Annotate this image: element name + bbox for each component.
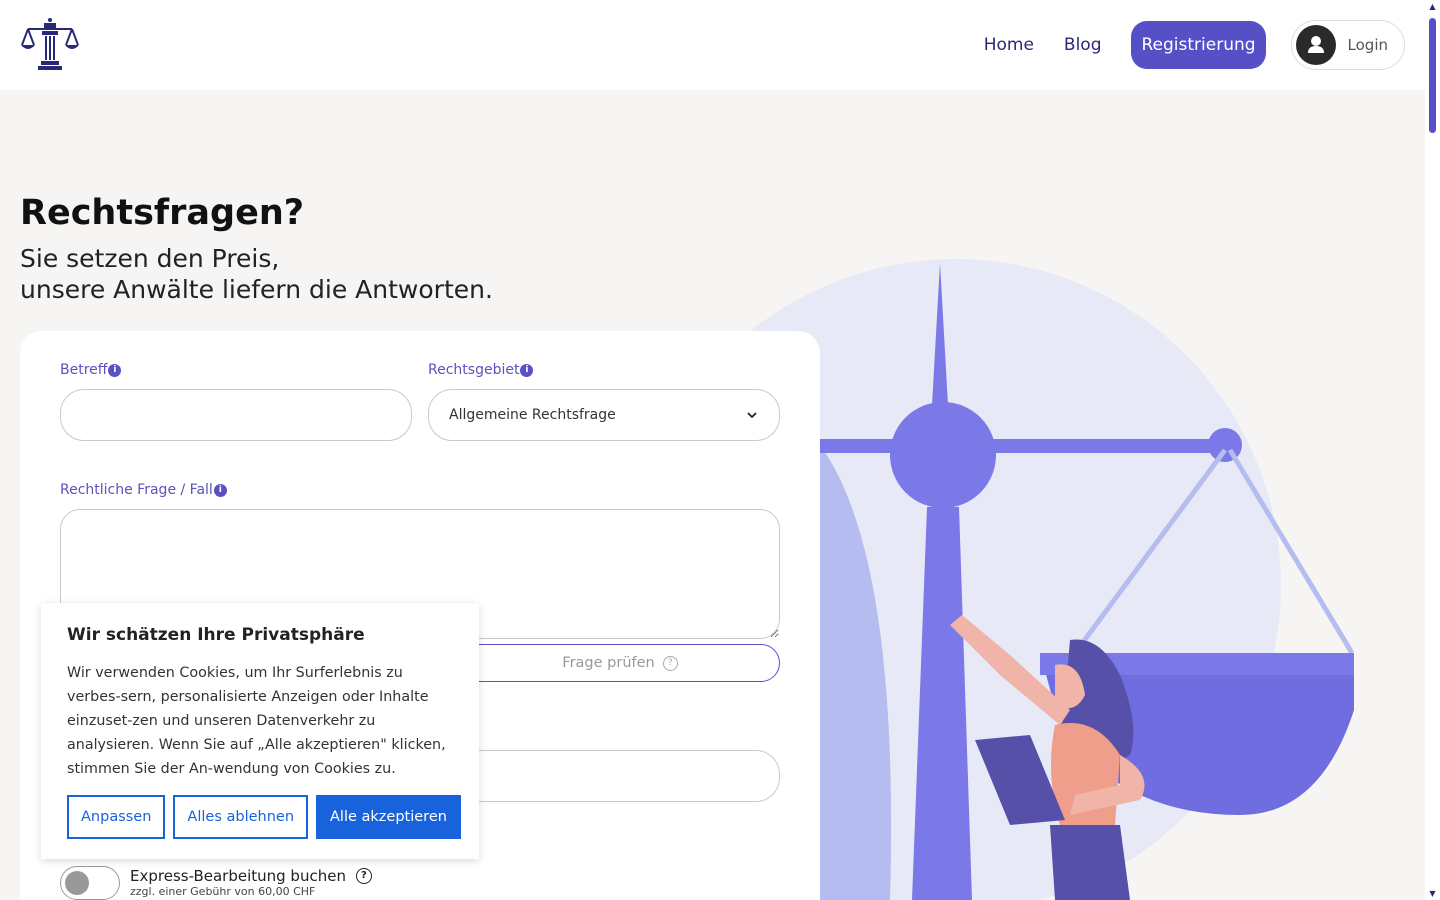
help-icon[interactable]: ?: [662, 655, 678, 671]
scroll-up-arrow-icon[interactable]: ▲: [1428, 2, 1437, 11]
cookie-customize-button[interactable]: Anpassen: [67, 795, 166, 839]
check-question-button[interactable]: Frage prüfen ?: [460, 644, 780, 682]
express-option: Express-Bearbeitung buchen ?: [130, 867, 372, 885]
hero-subtitle: Sie setzen den Preis, unsere Anwälte lie…: [20, 243, 493, 305]
cookie-consent-banner: Wir schätzen Ihre Privatsphäre Wir verwe…: [41, 603, 479, 859]
hero-title: Rechtsfragen?: [20, 193, 305, 233]
nav-home-link[interactable]: Home: [984, 35, 1034, 55]
question-info-icon[interactable]: i: [213, 483, 227, 497]
user-avatar-icon: [1295, 25, 1336, 65]
register-button[interactable]: Registrierung: [1131, 21, 1266, 69]
cookie-text: Wir verwenden Cookies, um Ihr Surferlebn…: [67, 665, 446, 777]
scroll-down-arrow-icon[interactable]: ▼: [1428, 889, 1437, 898]
site-header: Home Blog Registrierung Login: [0, 0, 1425, 90]
price-input[interactable]: [460, 750, 780, 802]
cookie-reject-button[interactable]: Alles ablehnen: [173, 795, 309, 839]
hero-subtitle-line2: unsere Anwälte liefern die Antworten.: [20, 275, 493, 304]
express-help-icon[interactable]: ?: [355, 868, 372, 884]
area-label: Rechtsgebiet i: [428, 362, 534, 378]
subject-input[interactable]: [60, 389, 412, 441]
scroll-thumb[interactable]: [1429, 18, 1436, 133]
subject-label-text: Betreff: [60, 362, 108, 378]
login-label: Login: [1347, 36, 1388, 54]
cookie-title: Wir schätzen Ihre Privatsphäre: [67, 625, 365, 645]
express-fee-note: zzgl. einer Gebühr von 60,00 CHF: [130, 885, 316, 898]
area-selected-value: Allgemeine Rechtsfrage: [449, 407, 616, 423]
main-nav: Home Blog Registrierung Login: [984, 20, 1405, 70]
login-button[interactable]: Login: [1290, 20, 1405, 70]
toggle-knob: [65, 871, 89, 895]
cookie-accept-button[interactable]: Alle akzeptieren: [316, 795, 461, 839]
question-label: Rechtliche Frage / Fall i: [60, 482, 227, 498]
express-toggle[interactable]: [60, 866, 120, 900]
logo-scales-icon[interactable]: [20, 17, 80, 71]
question-label-text: Rechtliche Frage / Fall: [60, 482, 213, 498]
area-select[interactable]: Allgemeine Rechtsfrage: [428, 389, 780, 441]
area-label-text: Rechtsgebiet: [428, 362, 520, 378]
cookie-actions: Anpassen Alles ablehnen Alle akzeptieren: [67, 795, 461, 839]
chevron-down-icon: [747, 412, 757, 419]
area-info-icon[interactable]: i: [520, 363, 534, 377]
express-label: Express-Bearbeitung buchen: [130, 867, 346, 885]
subject-label: Betreff i: [60, 362, 122, 378]
subject-info-icon[interactable]: i: [108, 363, 122, 377]
page-scrollbar[interactable]: ▲ ▼: [1425, 0, 1440, 900]
check-question-label: Frage prüfen: [562, 655, 655, 671]
hero-subtitle-line1: Sie setzen den Preis,: [20, 244, 280, 273]
nav-blog-link[interactable]: Blog: [1064, 35, 1102, 55]
